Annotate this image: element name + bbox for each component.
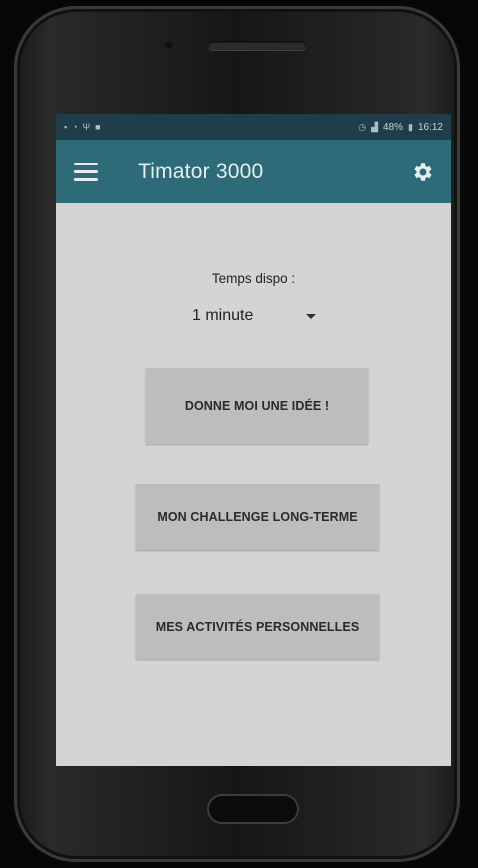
clock: 16:12 [417, 121, 443, 133]
notification-icon: ■ [95, 122, 101, 132]
long-term-challenge-button[interactable]: MON CHALLENGE LONG-TERME [136, 484, 379, 550]
battery-percent: 48% [383, 121, 404, 133]
wifi-icon: ◔ [72, 122, 78, 132]
time-available-label: Temps dispo : [211, 271, 296, 286]
sim-icon: ▪ [64, 122, 68, 132]
front-camera [164, 40, 174, 50]
app-bar: Timator 3000 [56, 140, 451, 203]
battery-icon: ▮ [408, 121, 413, 132]
time-select-value: 1 minute [192, 307, 254, 324]
alarm-icon: ◷ [358, 121, 367, 132]
main-content: Temps dispo : 1 minute DONNE MOI UNE IDÉ… [56, 203, 451, 766]
dropdown-arrow-icon [306, 313, 316, 319]
home-button[interactable] [207, 794, 299, 824]
app-title: Timator 3000 [138, 159, 264, 183]
gear-icon[interactable] [411, 160, 435, 184]
earpiece-speaker [208, 41, 306, 50]
usb-icon: Ψ [82, 122, 91, 132]
status-left-icons: ▪ ◔ Ψ ■ [64, 122, 101, 132]
menu-icon[interactable] [74, 162, 98, 181]
status-right-icons: ◷ ▟ 48% ▮ 16:12 [358, 122, 443, 133]
status-bar: ▪ ◔ Ψ ■ ◷ ▟ 48% ▮ 16:12 [56, 114, 451, 140]
app-screen: ▪ ◔ Ψ ■ ◷ ▟ 48% ▮ 16:12 Timator 3000 Tem… [56, 114, 451, 766]
signal-icon: ▟ [371, 121, 378, 132]
phone-frame: ▪ ◔ Ψ ■ ◷ ▟ 48% ▮ 16:12 Timator 3000 Tem… [14, 6, 460, 862]
give-idea-button[interactable]: DONNE MOI UNE IDÉE ! [146, 368, 368, 444]
time-select[interactable]: 1 minute [184, 301, 324, 331]
personal-activities-button[interactable]: MES ACTIVITÉS PERSONNELLES [136, 594, 379, 659]
